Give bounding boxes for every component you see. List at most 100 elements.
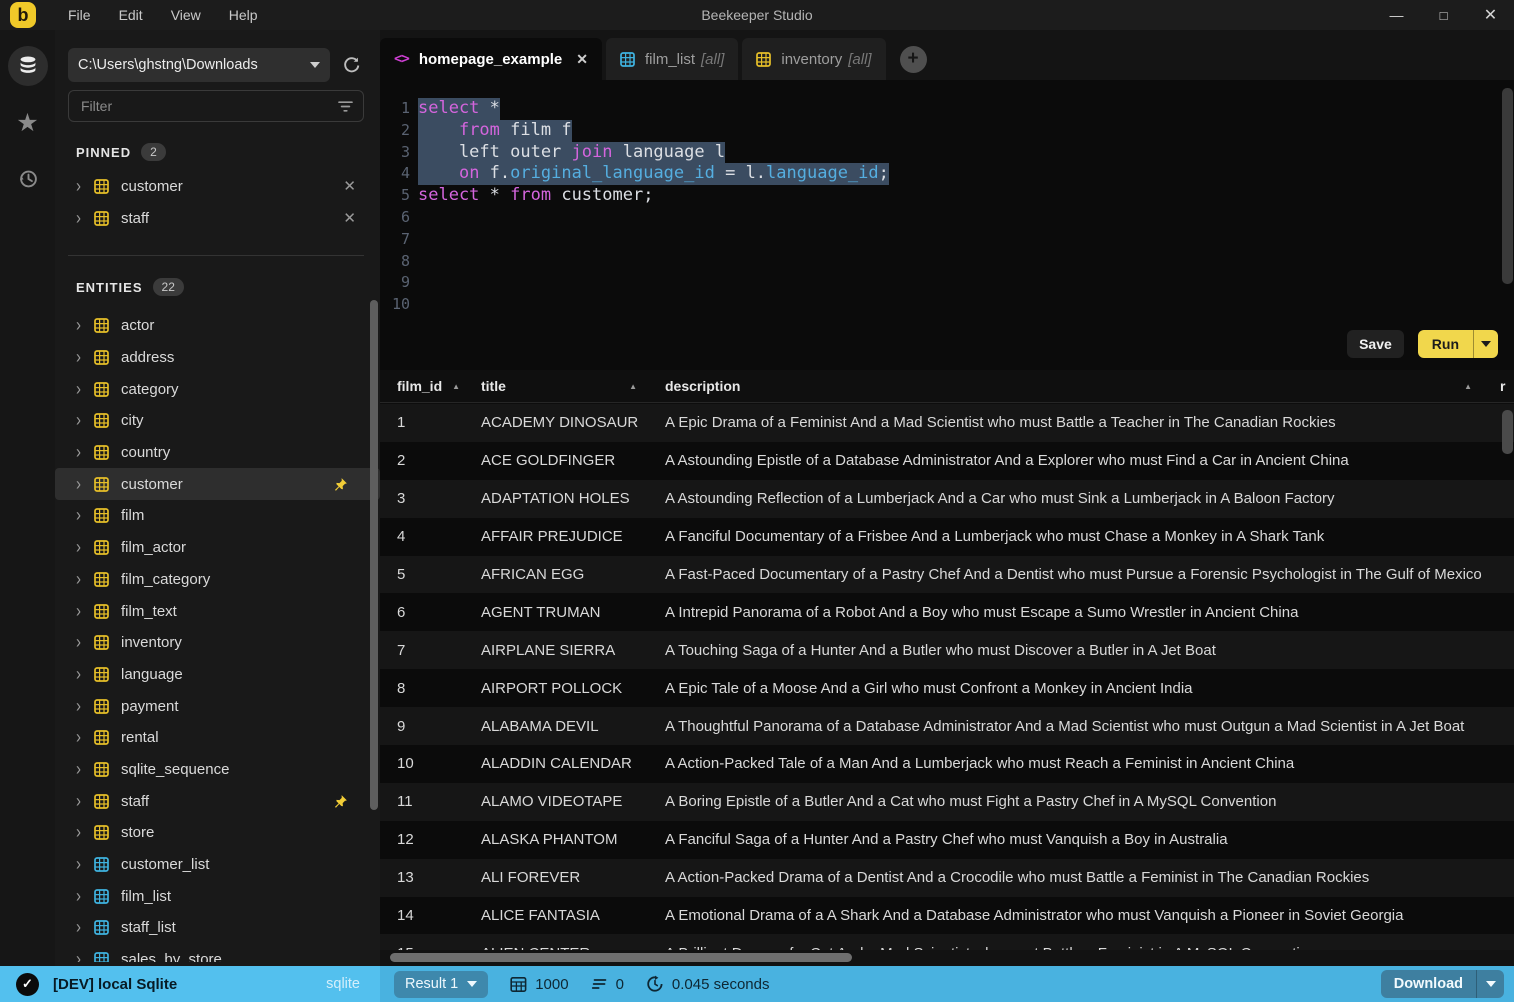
chevron-right-icon[interactable]: › (76, 886, 94, 907)
cell-film-id[interactable]: 4 (397, 528, 481, 545)
run-button[interactable]: Run (1417, 330, 1498, 358)
table-row[interactable]: 2 ACE GOLDFINGER A Astounding Epistle of a… (380, 441, 1514, 480)
chevron-right-icon[interactable]: › (76, 917, 94, 938)
sidebar-item-staff[interactable]: › staff (55, 785, 380, 817)
result-selector[interactable]: Result 1 (394, 970, 489, 998)
menu-edit[interactable]: Edit (105, 0, 157, 30)
cell-description[interactable]: A Thoughtful Panorama of a Database Admi… (665, 718, 1500, 735)
filter-input[interactable] (79, 97, 338, 115)
cell-film-id[interactable]: 6 (397, 604, 481, 621)
pinned-indicator[interactable] (333, 477, 348, 492)
cell-title[interactable]: ALADDIN CALENDAR (481, 755, 665, 772)
cell-title[interactable]: ACE GOLDFINGER (481, 452, 665, 469)
cell-title[interactable]: AIRPLANE SIERRA (481, 642, 665, 659)
maximize-button[interactable]: □ (1420, 0, 1467, 30)
pinned-indicator[interactable] (333, 794, 348, 809)
sidebar-item-film_actor[interactable]: › film_actor (55, 532, 380, 564)
sidebar-item-payment[interactable]: › payment (55, 690, 380, 722)
cell-title[interactable]: ALICE FANTASIA (481, 907, 665, 924)
cell-film-id[interactable]: 9 (397, 718, 481, 735)
sidebar-item-inventory[interactable]: › inventory (55, 627, 380, 659)
table-row[interactable]: 15ALIEN CENTERA Brilliant Drama of a Cat… (380, 934, 1514, 950)
cell-film-id[interactable]: 3 (397, 490, 481, 507)
table-row[interactable]: 7 AIRPLANE SIERRA A Touching Saga of a Hun… (380, 631, 1514, 670)
table-row[interactable]: 8 AIRPORT POLLOCK A Epic Tale of a Moose A… (380, 669, 1514, 708)
table-row[interactable]: 5 AFRICAN EGG A Fast-Paced Documentary of … (380, 555, 1514, 594)
cell-title[interactable]: ALAMO VIDEOTAPE (481, 793, 665, 810)
cell-film-id[interactable]: 13 (397, 869, 481, 886)
refresh-button[interactable] (342, 56, 361, 75)
menu-view[interactable]: View (157, 0, 215, 30)
chevron-right-icon[interactable]: › (76, 695, 94, 716)
sort-arrow-icon[interactable]: ▲ (629, 382, 637, 391)
chevron-right-icon[interactable]: › (76, 600, 94, 621)
cell-description[interactable]: A Fanciful Documentary of a Frisbee And … (665, 528, 1500, 545)
cell-film-id[interactable]: 12 (397, 831, 481, 848)
cell-film-id[interactable]: 14 (397, 907, 481, 924)
cell-description[interactable]: A Astounding Epistle of a Database Admin… (665, 452, 1500, 469)
minimize-button[interactable]: ― (1373, 0, 1420, 30)
table-row[interactable]: 9 ALABAMA DEVIL A Thoughtful Panorama of a… (380, 707, 1514, 746)
close-tab-icon[interactable]: ✕ (576, 51, 588, 68)
cell-description[interactable]: A Fanciful Saga of a Hunter And a Pastry… (665, 831, 1500, 848)
chevron-right-icon[interactable]: › (76, 537, 94, 558)
sidebar-item-film[interactable]: › film (55, 500, 380, 532)
cell-title[interactable]: AFFAIR PREJUDICE (481, 528, 665, 545)
table-row[interactable]: 12 ALASKA PHANTOM A Fanciful Saga of a Hun… (380, 820, 1514, 859)
table-row[interactable]: 13 ALI FOREVER A Action-Packed Drama of a … (380, 858, 1514, 897)
cell-title[interactable]: ACADEMY DINOSAUR (481, 414, 665, 431)
sidebar-item-film_category[interactable]: › film_category (55, 564, 380, 596)
menu-help[interactable]: Help (215, 0, 272, 30)
chevron-right-icon[interactable]: › (76, 315, 94, 336)
chevron-right-icon[interactable]: › (76, 474, 94, 495)
sidebar-item-customer_list[interactable]: › customer_list (55, 849, 380, 881)
chevron-right-icon[interactable]: › (76, 949, 94, 962)
cell-title[interactable]: ALABAMA DEVIL (481, 718, 665, 735)
cell-title[interactable]: AFRICAN EGG (481, 566, 665, 583)
sidebar-item-actor[interactable]: › actor (55, 310, 380, 342)
column-header-film_id[interactable]: film_id ▲ (397, 378, 481, 394)
cell-title[interactable]: AIRPORT POLLOCK (481, 680, 665, 697)
chevron-right-icon[interactable]: › (76, 379, 94, 400)
column-header-description[interactable]: description ▲ (665, 378, 1500, 394)
table-row[interactable]: 11 ALAMO VIDEOTAPE A Boring Epistle of a B… (380, 782, 1514, 821)
pinned-item-staff[interactable]: › staff ✕ (55, 202, 380, 234)
cell-description[interactable]: A Action-Packed Tale of a Man And a Lumb… (665, 755, 1500, 772)
tab-film_list[interactable]: film_list [all] (606, 38, 739, 80)
cell-film-id[interactable]: 5 (397, 566, 481, 583)
sidebar-scrollbar[interactable] (370, 300, 378, 810)
cell-description[interactable]: A Boring Epistle of a Butler And a Cat w… (665, 793, 1500, 810)
table-row[interactable]: 10 ALADDIN CALENDAR A Action-Packed Tale o… (380, 745, 1514, 783)
table-row[interactable]: 14 ALICE FANTASIA A Emotional Drama of a A… (380, 896, 1514, 935)
sidebar-item-store[interactable]: › store (55, 817, 380, 849)
cell-description[interactable]: A Epic Tale of a Moose And a Girl who mu… (665, 680, 1500, 697)
table-row[interactable]: 3 ADAPTATION HOLES A Astounding Reflection… (380, 479, 1514, 518)
cell-description[interactable]: A Emotional Drama of a A Shark And a Dat… (665, 907, 1500, 924)
cell-film-id[interactable]: 11 (397, 793, 481, 810)
sidebar-item-staff_list[interactable]: › staff_list (55, 912, 380, 944)
new-tab-button[interactable]: + (899, 45, 927, 73)
sidebar-item-country[interactable]: › country (55, 437, 380, 469)
chevron-right-icon[interactable]: › (76, 664, 94, 685)
results-scrollbar[interactable] (1502, 410, 1513, 454)
sidebar-item-sqlite_sequence[interactable]: › sqlite_sequence (55, 754, 380, 786)
save-button[interactable]: Save (1347, 330, 1404, 358)
chevron-right-icon[interactable]: › (76, 791, 94, 812)
cell-film-id[interactable]: 8 (397, 680, 481, 697)
cell-description[interactable]: A Touching Saga of a Hunter And a Butler… (665, 642, 1500, 659)
run-options-button[interactable] (1473, 330, 1498, 358)
download-button[interactable]: Download (1380, 970, 1504, 998)
column-header-title[interactable]: title ▲ (481, 378, 665, 394)
cell-description[interactable]: A Intrepid Panorama of a Robot And a Boy… (665, 604, 1500, 621)
column-header-r[interactable]: r (1500, 378, 1514, 394)
cell-description[interactable]: A Fast-Paced Documentary of a Pastry Che… (665, 566, 1500, 583)
sidebar-item-category[interactable]: › category (55, 373, 380, 405)
cell-film-id[interactable]: 2 (397, 452, 481, 469)
cell-description[interactable]: A Epic Drama of a Feminist And a Mad Sci… (665, 414, 1500, 431)
pinned-item-customer[interactable]: › customer ✕ (55, 170, 380, 202)
sidebar-item-rental[interactable]: › rental (55, 722, 380, 754)
sidebar-item-sales_by_store[interactable]: › sales_by_store (55, 944, 380, 962)
cell-description[interactable]: A Astounding Reflection of a Lumberjack … (665, 490, 1500, 507)
sidebar-item-city[interactable]: › city (55, 405, 380, 437)
table-row[interactable]: 6 AGENT TRUMAN A Intrepid Panorama of a Ro… (380, 593, 1514, 632)
